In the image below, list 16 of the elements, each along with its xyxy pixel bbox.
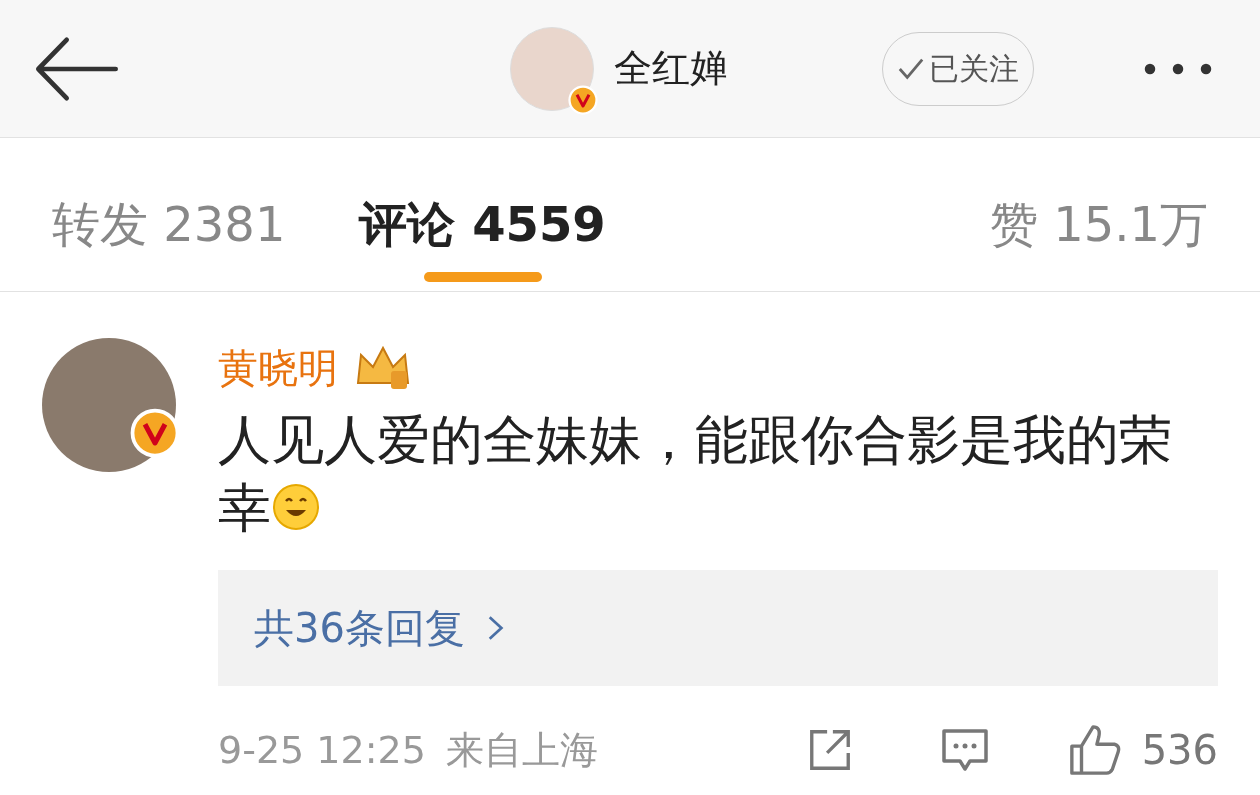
tab[interactable]: 赞 15.1万	[989, 138, 1208, 292]
comment-location: 来自上海	[445, 726, 598, 774]
follow-button[interactable]: 已关注	[882, 31, 1034, 106]
like-count: 536	[1141, 726, 1218, 775]
tab[interactable]: 评论 4559	[359, 138, 606, 292]
verified-badge-icon	[568, 84, 598, 115]
smile-emoji-icon	[271, 482, 321, 532]
replies-link[interactable]: 共36条回复	[254, 598, 505, 658]
commenter-name[interactable]: 黄晓明	[218, 338, 338, 398]
comment-text: 人见人爱的全妹妹，能跟你合影是我的荣幸	[218, 408, 1173, 540]
thumbs-up-icon[interactable]	[1067, 723, 1122, 777]
user-name: 全红婵	[614, 45, 728, 92]
tab[interactable]: 转发 2381	[52, 138, 286, 292]
chevron-right-icon	[486, 614, 505, 642]
back-arrow-icon[interactable]	[34, 35, 120, 102]
comment-time: 9-25 12:25	[218, 726, 426, 774]
